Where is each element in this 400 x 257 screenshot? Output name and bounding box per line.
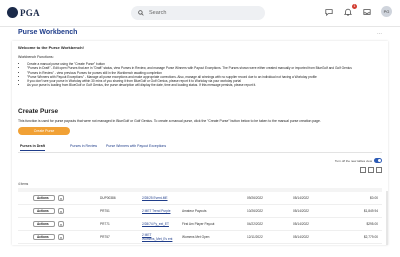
purse-id: PR757	[100, 235, 110, 239]
notification-badge: 1	[352, 3, 357, 9]
fullscreen-icon[interactable]	[376, 167, 382, 173]
purse-category: Womens Met Open	[182, 235, 210, 239]
page-header: Purse Workbench ⋯	[12, 28, 388, 41]
search-input[interactable]: Search	[131, 6, 265, 20]
workbench-panel: Welcome to the Purse Workbench! Workbenc…	[12, 41, 388, 245]
inbox-icon[interactable]	[362, 7, 372, 17]
chat-icon[interactable]	[324, 7, 334, 17]
export-icon[interactable]	[360, 167, 366, 173]
purse-id: PR771	[100, 222, 110, 226]
table-row: Actions ▾ DUP00386 2/28/25 Event-ME 09/2…	[18, 193, 382, 205]
purse-date: 12/11/2022	[247, 235, 263, 239]
purse-date: 09/26/2022	[247, 196, 263, 200]
purse-id: PR751	[100, 209, 110, 213]
tab-bar: Purses in Draft Purses in Review Purse W…	[18, 143, 382, 153]
purse-date: 10/26/2022	[247, 209, 263, 213]
create-purse-title: Create Purse	[18, 108, 59, 115]
more-menu-icon[interactable]: ⋯	[377, 31, 382, 37]
top-icons: 1 PG	[324, 3, 392, 17]
purse-name-link[interactable]: 2 MET Trend Purple	[142, 209, 170, 213]
actions-button[interactable]: Actions	[33, 221, 55, 227]
table-tools	[360, 167, 382, 173]
create-purse-description: This function is used for purse payouts …	[18, 119, 321, 123]
function-item: "Purses in Draft" - Edit open Purses tha…	[27, 66, 387, 70]
purse-name-link[interactable]: 2/28/74 Fy_ext_ET	[142, 222, 169, 226]
tab-payout-exceptions[interactable]: Purse Winners with Payout Exceptions	[106, 144, 166, 148]
tab-purses-in-review[interactable]: Purses in Review	[70, 144, 97, 148]
pga-logo[interactable]: PGA	[7, 7, 40, 18]
page-title: Purse Workbench	[18, 29, 78, 36]
table-header	[18, 188, 382, 192]
purse-name-link[interactable]: 2 MET Womens_Met_Ev ent	[142, 233, 176, 241]
purse-category: Amateur Payouts	[182, 209, 207, 213]
chevron-down-icon[interactable]: ▾	[58, 195, 64, 201]
bell-icon[interactable]: 1	[343, 3, 357, 17]
table-row: Actions ▾ PR771 2/28/74 Fy_ext_ET First …	[18, 219, 382, 231]
create-purse-button[interactable]: Create Purse	[18, 127, 70, 135]
purse-name-link[interactable]: 2/28/25 Event-ME	[142, 196, 168, 200]
purse-amount: $295.00	[366, 222, 378, 226]
functions-list: Create a manual purse using the "Create …	[22, 62, 387, 88]
table-row: Actions ▾ PR757 2 MET Womens_Met_Ev ent …	[18, 232, 382, 244]
search-icon	[138, 10, 144, 16]
function-item: As your purse is loading from BlueGolf o…	[27, 83, 387, 87]
logo-text: PGA	[20, 7, 40, 18]
functions-title: Workbench Functions:	[18, 55, 54, 59]
purse-date: 05/14/2022	[293, 209, 309, 213]
top-bar: PGA Search 1 PG	[0, 0, 400, 27]
actions-button[interactable]: Actions	[33, 234, 55, 240]
purse-amount: $0.00	[370, 196, 378, 200]
actions-button[interactable]: Actions	[33, 195, 55, 201]
filter-icon[interactable]	[368, 167, 374, 173]
actions-button[interactable]: Actions	[33, 208, 55, 214]
purse-amount: $1,849.94	[363, 209, 378, 213]
purse-date: 04/22/2022	[247, 222, 263, 226]
table-scrollbar[interactable]	[386, 191, 388, 245]
pga-seal-icon	[7, 7, 18, 18]
purse-amount: $2,779.00	[363, 235, 378, 239]
purse-date: 05/14/2022	[293, 235, 309, 239]
table-row: Actions ▾ PR751 2 MET Trend Purple Amate…	[18, 206, 382, 218]
chevron-down-icon[interactable]: ▾	[58, 221, 64, 227]
items-count: 4 items	[18, 182, 29, 186]
turn-off-new-tables-label: Turn off the new tables view	[334, 159, 372, 163]
chevron-down-icon[interactable]: ▾	[58, 234, 64, 240]
purse-category: First Am Player Payout	[182, 222, 215, 226]
purse-date: 05/14/2022	[293, 196, 309, 200]
purse-id: DUP00386	[100, 196, 116, 200]
chevron-down-icon[interactable]: ▾	[58, 208, 64, 214]
search-placeholder: Search	[149, 10, 167, 16]
tab-purses-in-draft[interactable]: Purses in Draft	[20, 144, 45, 151]
avatar[interactable]: PG	[381, 6, 392, 17]
welcome-text: Welcome to the Purse Workbench!	[18, 45, 84, 50]
new-tables-toggle[interactable]	[374, 158, 382, 163]
purse-date: 05/14/2022	[293, 222, 309, 226]
